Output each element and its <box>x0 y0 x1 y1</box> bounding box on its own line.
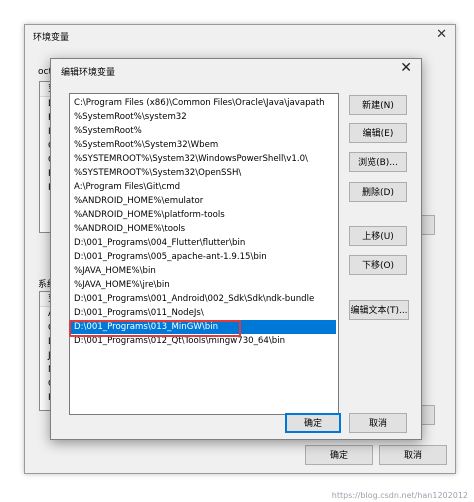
path-item[interactable]: %JAVA_HOME%\bin <box>70 264 336 278</box>
highlight-box <box>69 320 241 337</box>
browse-button[interactable]: 浏览(B)... <box>349 152 407 172</box>
path-item[interactable]: %SYSTEMROOT%\System32\OpenSSH\ <box>70 166 336 180</box>
edit-button[interactable]: 编辑(E) <box>349 123 407 143</box>
env-vars-cancel-button[interactable]: 取消 <box>379 445 447 465</box>
path-item[interactable]: %SystemRoot%\System32\Wbem <box>70 138 336 152</box>
new-button[interactable]: 新建(N) <box>349 95 407 115</box>
dialog-close-icon[interactable]: ✕ <box>400 60 412 76</box>
path-item[interactable]: D:\001_Programs\001_Android\002_Sdk\Sdk\… <box>70 292 336 306</box>
delete-button[interactable]: 删除(D) <box>349 182 407 202</box>
path-item[interactable]: %SystemRoot%\system32 <box>70 110 336 124</box>
edit-text-button[interactable]: 编辑文本(T)... <box>349 300 409 320</box>
path-item[interactable]: D:\001_Programs\005_apache-ant-1.9.15\bi… <box>70 250 336 264</box>
move-down-button[interactable]: 下移(O) <box>349 255 407 275</box>
path-item[interactable]: %ANDROID_HOME%\platform-tools <box>70 208 336 222</box>
path-item[interactable]: %ANDROID_HOME%\emulator <box>70 194 336 208</box>
watermark: https://blog.csdn.net/han1202012 <box>331 491 468 500</box>
path-item[interactable]: %SystemRoot% <box>70 124 336 138</box>
path-item[interactable]: %JAVA_HOME%\jre\bin <box>70 278 336 292</box>
path-item[interactable]: C:\Program Files (x86)\Common Files\Orac… <box>70 96 336 110</box>
path-item[interactable]: D:\001_Programs\011_NodeJs\ <box>70 306 336 320</box>
move-up-button[interactable]: 上移(U) <box>349 226 407 246</box>
path-item[interactable]: A:\Program Files\Git\cmd <box>70 180 336 194</box>
path-list[interactable]: C:\Program Files (x86)\Common Files\Orac… <box>69 93 339 415</box>
path-item[interactable]: D:\001_Programs\004_Flutter\flutter\bin <box>70 236 336 250</box>
path-item[interactable]: %ANDROID_HOME%\tools <box>70 222 336 236</box>
dialog-cancel-button[interactable]: 取消 <box>349 413 407 433</box>
path-item[interactable]: %SYSTEMROOT%\System32\WindowsPowerShell\… <box>70 152 336 166</box>
env-vars-close-icon[interactable]: ✕ <box>436 27 447 42</box>
edit-env-var-dialog: 编辑环境变量 ✕ C:\Program Files (x86)\Common F… <box>50 58 422 440</box>
env-vars-ok-button[interactable]: 确定 <box>305 445 373 465</box>
dialog-ok-button[interactable]: 确定 <box>285 413 341 433</box>
dialog-title: 编辑环境变量 <box>61 68 116 78</box>
env-vars-title: 环境变量 <box>33 33 70 43</box>
